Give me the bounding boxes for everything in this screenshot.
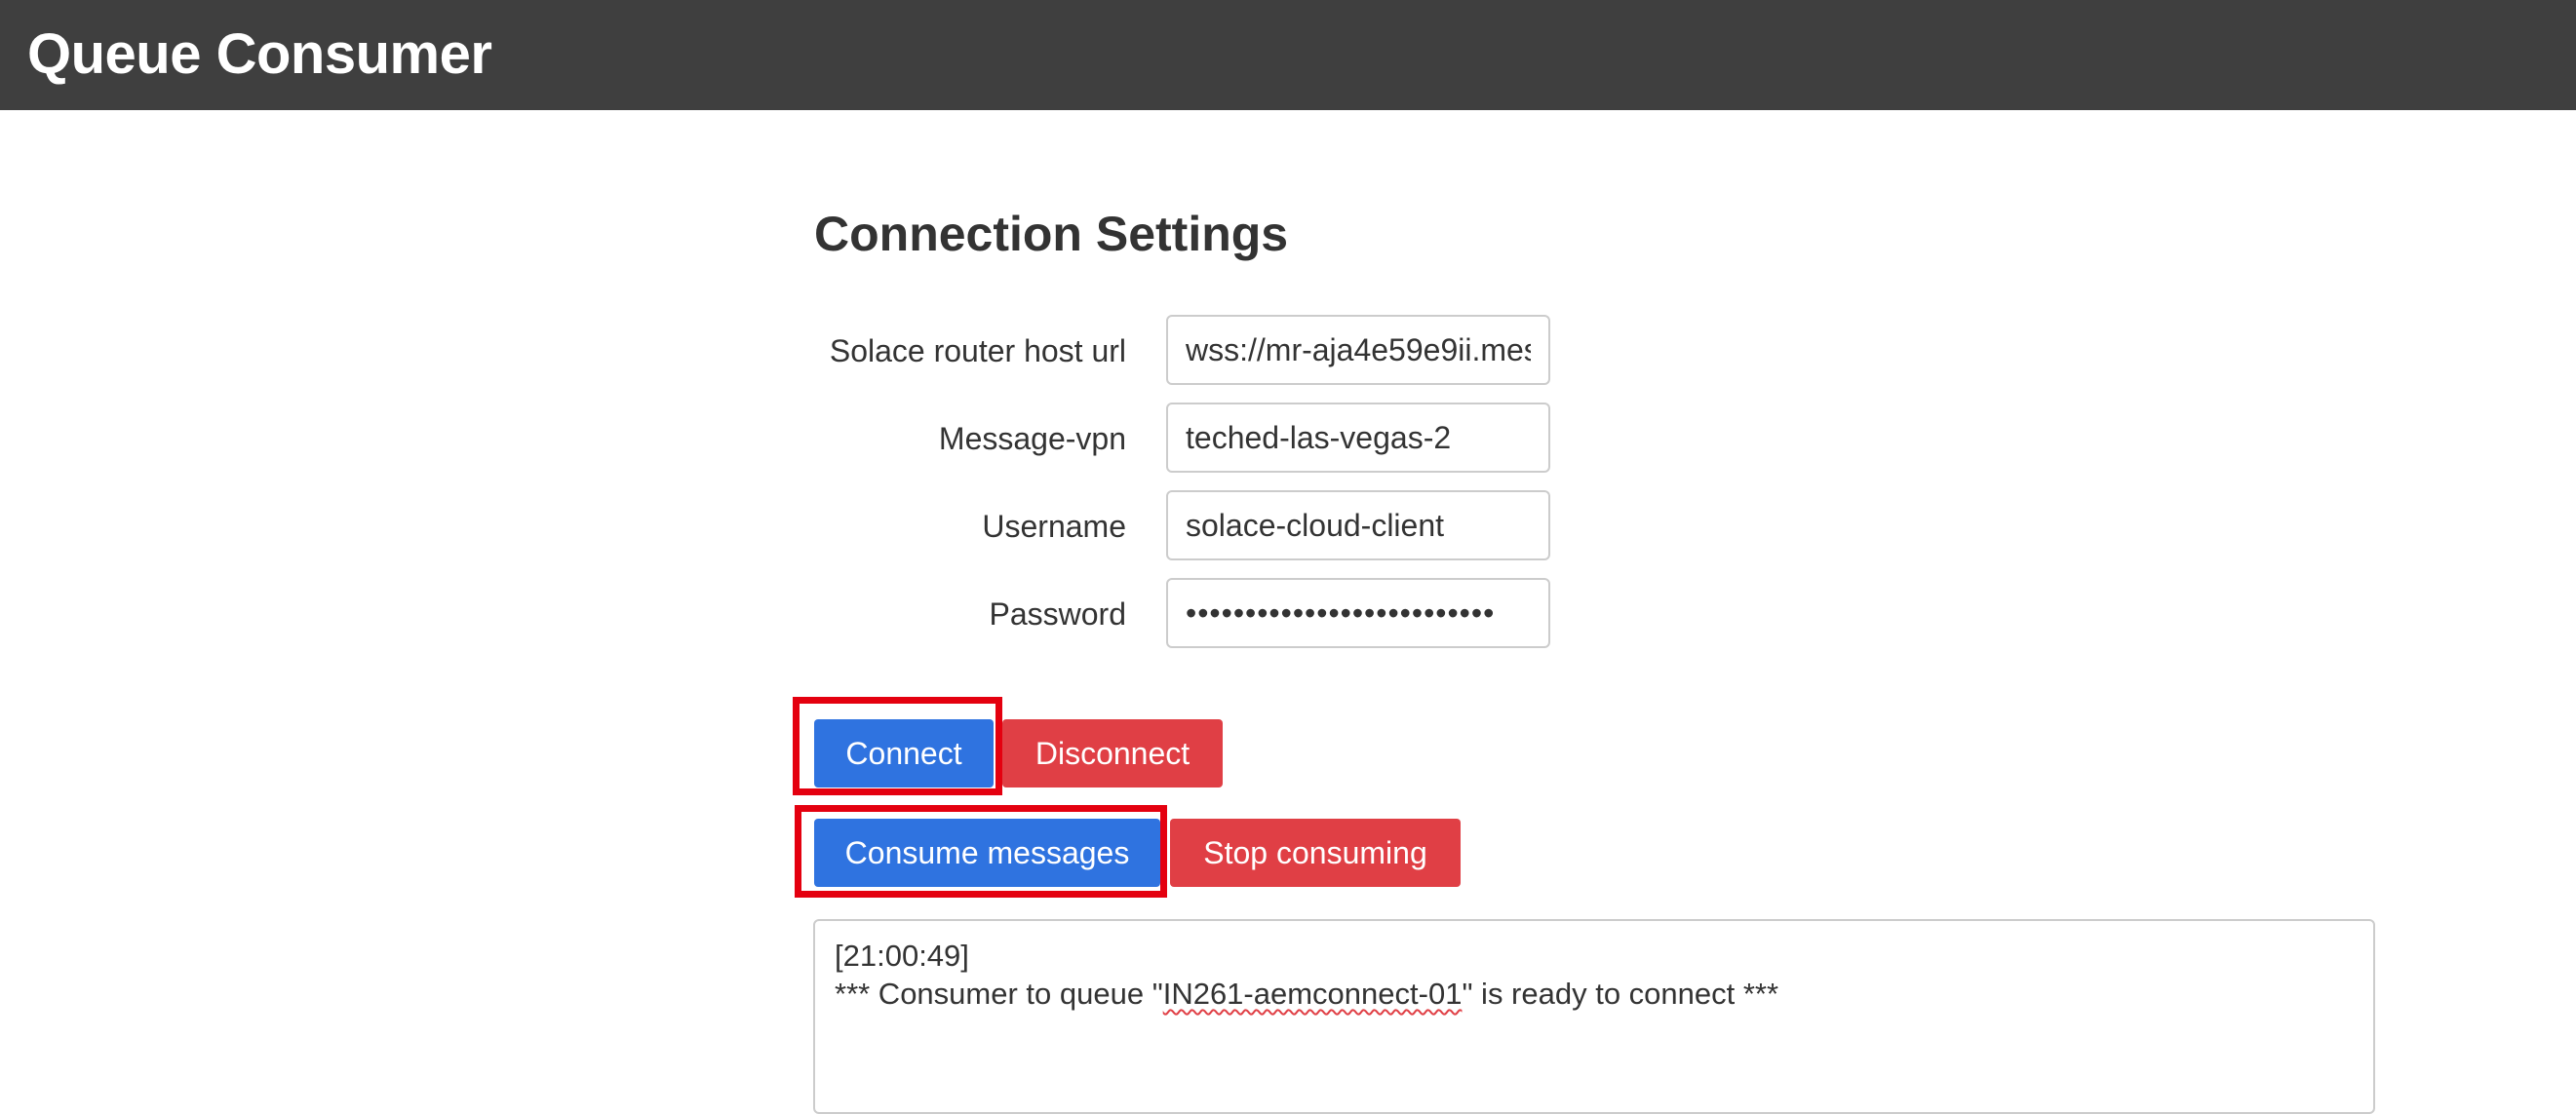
- log-message-prefix: *** Consumer to queue ": [835, 977, 1163, 1011]
- disconnect-button[interactable]: Disconnect: [1002, 719, 1223, 787]
- username-label: Username: [982, 509, 1126, 544]
- host-url-label: Solace router host url: [829, 333, 1126, 368]
- connect-button[interactable]: Connect: [814, 719, 994, 787]
- stop-consuming-button[interactable]: Stop consuming: [1170, 819, 1461, 887]
- message-vpn-input[interactable]: [1166, 403, 1550, 473]
- log-message-suffix: " is ready to connect ***: [1462, 977, 1779, 1011]
- log-timestamp: [21:00:49]: [835, 939, 969, 973]
- host-url-input[interactable]: [1166, 315, 1550, 385]
- username-input[interactable]: [1166, 490, 1550, 560]
- log-message: *** Consumer to queue "IN261-aemconnect-…: [835, 975, 2354, 1013]
- password-label: Password: [989, 596, 1127, 632]
- log-queue-name: IN261-aemconnect-01: [1162, 977, 1463, 1011]
- consume-messages-button[interactable]: Consume messages: [814, 819, 1160, 887]
- password-input[interactable]: [1166, 578, 1550, 648]
- app-header: Queue Consumer: [0, 0, 2576, 110]
- app-title: Queue Consumer: [27, 22, 492, 86]
- message-vpn-label: Message-vpn: [938, 421, 1126, 456]
- connection-settings-title: Connection Settings: [814, 207, 1289, 261]
- log-output[interactable]: [21:00:49] *** Consumer to queue "IN261-…: [813, 919, 2375, 1114]
